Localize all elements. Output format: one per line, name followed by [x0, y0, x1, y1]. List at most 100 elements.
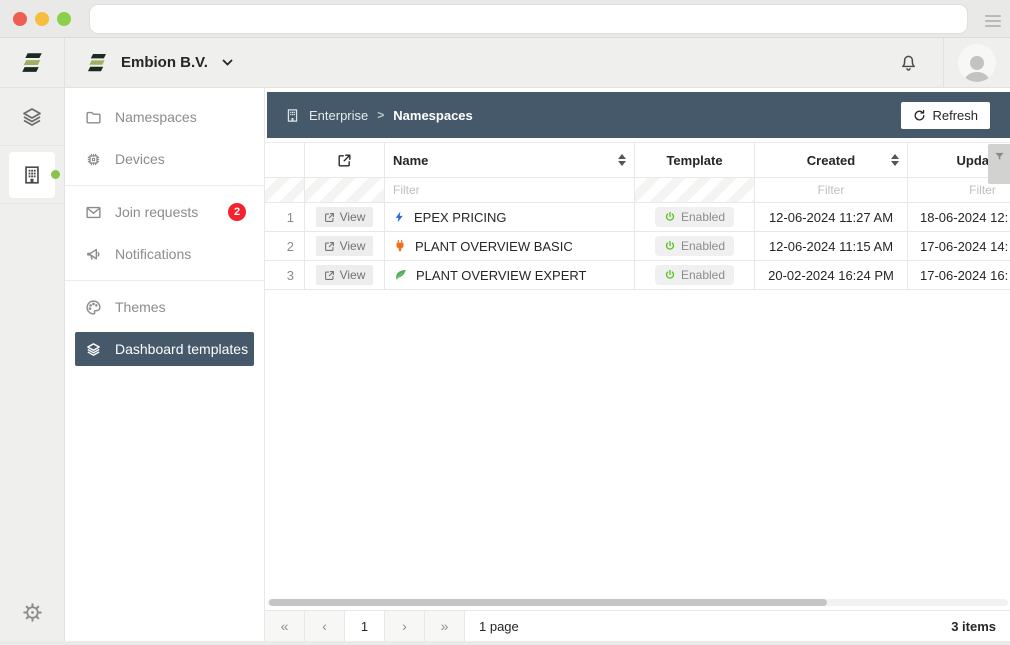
building-icon	[285, 108, 300, 123]
view-button[interactable]: View	[316, 207, 374, 227]
view-button[interactable]: View	[316, 236, 374, 256]
page-count-label: 1 page	[479, 619, 519, 634]
breadcrumb-bar: Enterprise > Namespaces Refresh	[267, 92, 1010, 138]
refresh-label: Refresh	[932, 108, 978, 123]
sidebar-item-label: Notifications	[115, 246, 191, 262]
sidebar-item-devices[interactable]: Devices	[65, 138, 264, 180]
online-status-dot	[51, 170, 60, 179]
power-icon	[664, 240, 676, 252]
items-count-label: 3 items	[951, 619, 996, 634]
header-created[interactable]: Created	[755, 143, 908, 177]
horizontal-scrollbar[interactable]	[267, 599, 1008, 606]
gear-icon	[22, 602, 43, 623]
created-cell: 12-06-2024 11:27 AM	[755, 203, 908, 231]
rail-item-dashboards[interactable]	[0, 88, 64, 146]
url-bar[interactable]	[90, 5, 967, 33]
updated-cell: 17-06-2024 14:	[908, 232, 1010, 260]
row-number: 1	[265, 203, 305, 231]
app-window: Embion B.V.	[0, 0, 1010, 645]
selected-rail-tile	[9, 152, 55, 198]
layers-icon	[85, 341, 102, 358]
browser-menu-icon[interactable]	[983, 13, 1003, 29]
join-requests-count-badge: 2	[228, 203, 246, 221]
header-divider	[943, 38, 944, 88]
zoom-window-button[interactable]	[57, 12, 71, 26]
current-page-button[interactable]: 1	[345, 611, 385, 641]
notifications-bell-button[interactable]	[898, 52, 919, 73]
window-bottom-edge	[0, 641, 1010, 645]
app-logo	[0, 38, 64, 88]
main-content: Enterprise > Namespaces Refresh Name T	[265, 88, 1010, 645]
table-row: 3 View PLANT OVERVIEW EXPERT Enabled	[265, 261, 1010, 290]
scrollbar-thumb[interactable]	[269, 599, 827, 606]
created-cell: 12-06-2024 11:15 AM	[755, 232, 908, 260]
pagination-bar: « ‹ 1 › » 1 page 3 items	[265, 610, 1010, 641]
sidebar-item-label: Themes	[115, 299, 166, 315]
next-page-button[interactable]: ›	[385, 611, 425, 641]
view-button[interactable]: View	[316, 265, 374, 285]
sidebar-item-join-requests[interactable]: Join requests 2	[65, 191, 264, 233]
app-header: Embion B.V.	[65, 38, 1010, 88]
org-switcher[interactable]: Embion B.V.	[65, 51, 233, 75]
last-page-button[interactable]: »	[425, 611, 465, 641]
view-cell: View	[305, 203, 385, 231]
status-badge: Enabled	[655, 265, 734, 285]
user-avatar[interactable]	[958, 44, 996, 82]
settings-button[interactable]	[0, 602, 64, 623]
person-icon	[960, 52, 994, 82]
created-cell: 20-02-2024 16:24 PM	[755, 261, 908, 289]
name-cell: PLANT OVERVIEW EXPERT	[385, 261, 635, 289]
table-row: 2 View PLANT OVERVIEW BASIC Enabled	[265, 232, 1010, 261]
minimize-window-button[interactable]	[35, 12, 49, 26]
namespaces-table: Name Template Created Updated	[265, 142, 1010, 290]
building-icon	[21, 164, 43, 186]
header-name[interactable]: Name	[385, 143, 635, 177]
status-label: Enabled	[681, 210, 725, 224]
external-link-icon	[337, 153, 352, 168]
status-badge: Enabled	[655, 236, 734, 256]
bell-icon	[898, 52, 919, 73]
refresh-button[interactable]: Refresh	[901, 102, 990, 129]
created-filter-input[interactable]	[755, 183, 907, 197]
org-name: Embion B.V.	[121, 54, 208, 71]
updated-filter-input[interactable]	[908, 183, 1010, 197]
status-label: Enabled	[681, 239, 725, 253]
name-filter-input[interactable]	[393, 183, 626, 197]
embion-logo-icon	[85, 51, 109, 75]
folder-icon	[85, 109, 102, 126]
status-label: Enabled	[681, 268, 725, 282]
filter-cell-disabled	[265, 178, 305, 202]
sidebar-item-notifications[interactable]: Notifications	[65, 233, 264, 275]
sidebar-item-themes[interactable]: Themes	[65, 286, 264, 328]
sort-icon[interactable]	[618, 154, 626, 166]
column-filter-tab[interactable]	[988, 144, 1010, 184]
status-badge: Enabled	[655, 207, 734, 227]
breadcrumb-separator: >	[377, 108, 384, 122]
namespace-name: EPEX PRICING	[414, 210, 506, 225]
first-page-button[interactable]: «	[265, 611, 305, 641]
header-template: Template	[635, 143, 755, 177]
sidebar-divider	[65, 280, 264, 281]
icon-rail	[0, 38, 65, 645]
namespace-name: PLANT OVERVIEW BASIC	[415, 239, 573, 254]
power-icon	[664, 211, 676, 223]
leaf-icon	[393, 268, 408, 282]
sidebar-item-label: Devices	[115, 151, 165, 167]
previous-page-button[interactable]: ‹	[305, 611, 345, 641]
sort-icon[interactable]	[891, 154, 899, 166]
view-label: View	[340, 210, 366, 224]
megaphone-icon	[85, 246, 102, 263]
sidebar-item-label: Namespaces	[115, 109, 197, 125]
breadcrumb-section[interactable]: Enterprise	[309, 108, 368, 123]
sidebar-item-dashboard-templates[interactable]: Dashboard templates	[75, 332, 254, 366]
plug-icon	[393, 239, 407, 253]
header-name-label: Name	[393, 153, 428, 168]
updated-cell: 18-06-2024 12:	[908, 203, 1010, 231]
layers-icon	[20, 105, 44, 129]
sidebar-item-namespaces[interactable]: Namespaces	[65, 96, 264, 138]
view-label: View	[340, 268, 366, 282]
filter-cell-disabled	[305, 178, 385, 202]
close-window-button[interactable]	[13, 12, 27, 26]
rail-item-enterprise[interactable]	[0, 146, 64, 204]
filter-cell-name	[385, 178, 635, 202]
